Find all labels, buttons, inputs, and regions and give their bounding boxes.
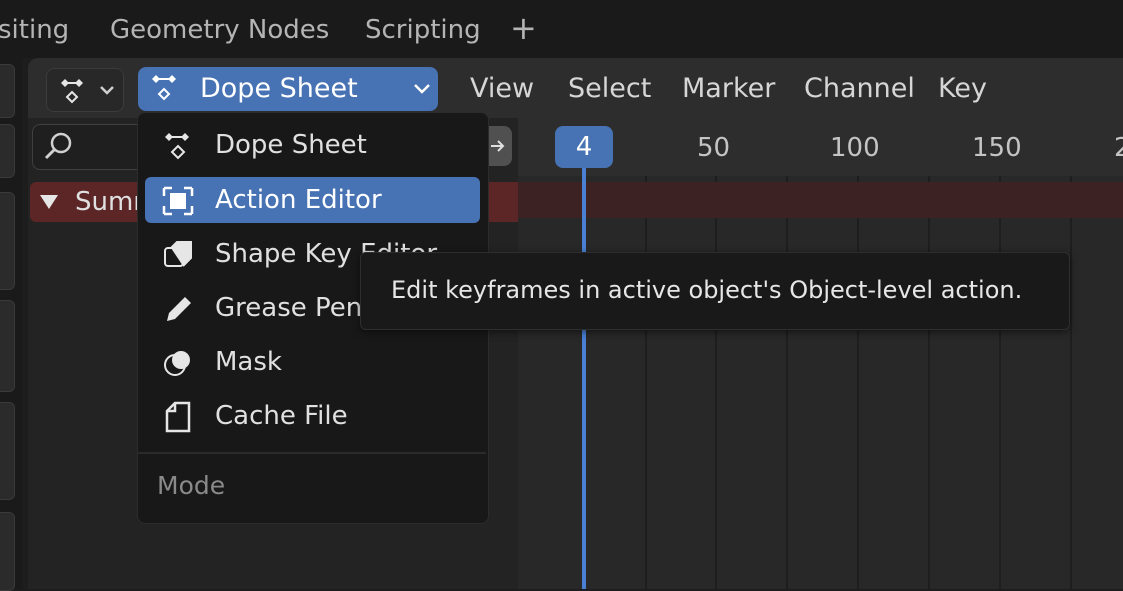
dope-sheet-icon bbox=[61, 79, 114, 104]
summary-keyframe-strip bbox=[518, 182, 1123, 218]
menu-key[interactable]: Key bbox=[938, 70, 987, 108]
add-workspace-button[interactable]: + bbox=[510, 6, 537, 50]
grid-line bbox=[786, 176, 788, 589]
ruler-label: 150 bbox=[972, 133, 1022, 163]
ruler-label: 2 bbox=[1114, 133, 1123, 163]
menu-item-cache-file[interactable]: Cache File bbox=[145, 393, 480, 439]
ruler-label: 50 bbox=[697, 133, 731, 163]
grid-line bbox=[857, 176, 859, 589]
pencil-icon bbox=[167, 297, 191, 321]
shape-key-icon bbox=[164, 241, 192, 267]
toolbar-tab[interactable] bbox=[0, 300, 15, 392]
toolbar-tab[interactable] bbox=[0, 512, 15, 591]
search-input[interactable] bbox=[32, 124, 154, 170]
file-icon bbox=[165, 401, 191, 433]
toolbar-tab[interactable] bbox=[0, 402, 15, 500]
grid-line bbox=[645, 176, 647, 589]
menu-item-dope-sheet[interactable]: Dope Sheet bbox=[145, 122, 480, 168]
menu-item-label: Cache File bbox=[215, 401, 348, 431]
menu-marker[interactable]: Marker bbox=[682, 70, 775, 108]
menu-section-label: Mode bbox=[157, 471, 226, 500]
menu-item-label: Action Editor bbox=[215, 185, 382, 215]
editor-type-selector[interactable] bbox=[46, 68, 124, 112]
menu-item-label: Dope Sheet bbox=[215, 130, 367, 160]
chevron-down-icon bbox=[414, 84, 430, 94]
menu-item-label: Mask bbox=[215, 347, 282, 377]
playhead[interactable] bbox=[582, 150, 586, 589]
disclosure-triangle-icon[interactable] bbox=[38, 192, 60, 212]
toolbar-tab[interactable] bbox=[0, 124, 15, 178]
menu-view[interactable]: View bbox=[470, 70, 534, 108]
grid-line bbox=[999, 176, 1001, 589]
action-editor-icon bbox=[162, 186, 194, 216]
dope-sheet-icon bbox=[165, 133, 189, 160]
menu-divider bbox=[138, 452, 486, 454]
ruler-label: 100 bbox=[830, 133, 880, 163]
menu-item-mask[interactable]: Mask bbox=[145, 339, 480, 385]
tab-scripting[interactable]: Scripting bbox=[365, 8, 481, 52]
mask-icon bbox=[164, 351, 190, 376]
search-icon bbox=[44, 132, 72, 160]
dope-sheet-icon bbox=[152, 75, 176, 101]
grid-line bbox=[1070, 176, 1072, 589]
tab-geometry-nodes[interactable]: Geometry Nodes bbox=[110, 8, 329, 52]
menu-item-action-editor[interactable]: Action Editor bbox=[145, 177, 480, 223]
editor-mode-label: Dope Sheet bbox=[200, 73, 358, 104]
toolbar-tab[interactable] bbox=[0, 192, 15, 290]
grid-line bbox=[715, 176, 717, 589]
toolbar-tab[interactable] bbox=[0, 64, 15, 118]
menu-channel[interactable]: Channel bbox=[804, 70, 915, 108]
tooltip-text: Edit keyframes in active object's Object… bbox=[391, 276, 1023, 304]
grid-line bbox=[928, 176, 930, 589]
menu-select[interactable]: Select bbox=[568, 70, 651, 108]
arrow-right-icon bbox=[491, 140, 505, 152]
tab-compositing[interactable]: siting bbox=[0, 8, 69, 52]
current-frame-indicator[interactable]: 4 bbox=[555, 126, 613, 168]
